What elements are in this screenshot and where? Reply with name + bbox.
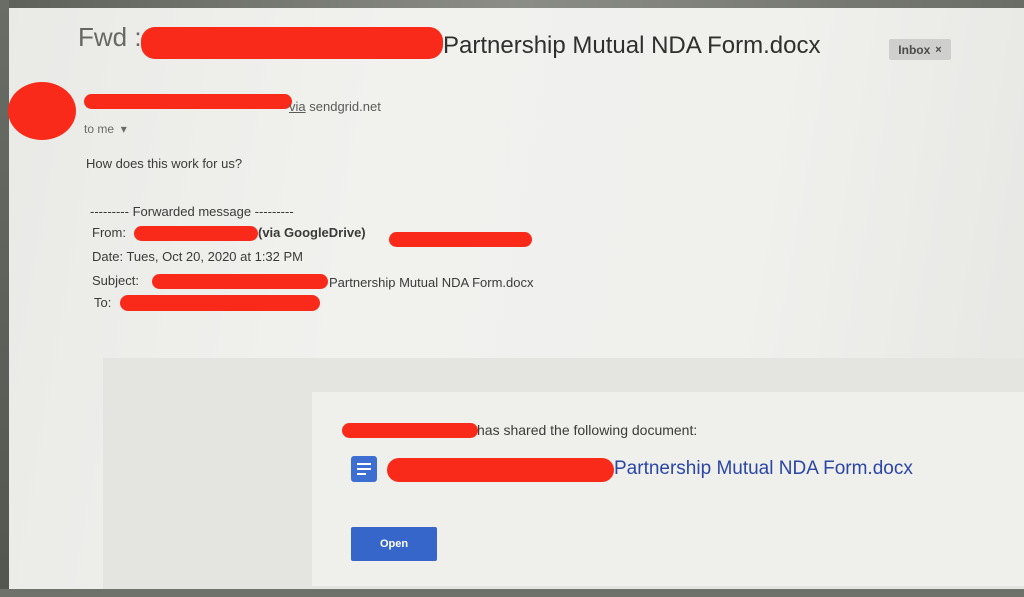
- remove-label-icon[interactable]: ×: [935, 44, 941, 56]
- subject-title: Partnership Mutual NDA Form.docx: [443, 32, 821, 59]
- sender-avatar[interactable]: [8, 82, 76, 140]
- sender-via-word: via: [289, 99, 306, 114]
- subject-prefix: Fwd :: [78, 22, 142, 52]
- redacted-sender-name: [84, 94, 292, 109]
- monitor-bezel-bottom: [0, 589, 1024, 597]
- google-docs-icon[interactable]: [351, 456, 377, 482]
- shared-document-link[interactable]: Partnership Mutual NDA Form.docx: [614, 458, 913, 480]
- inbox-label-chip[interactable]: Inbox ×: [889, 39, 951, 60]
- forwarded-date: Date: Tues, Oct 20, 2020 at 1:32 PM: [92, 249, 304, 264]
- forwarded-header: --------- Forwarded message ---------: [90, 204, 294, 219]
- forwarded-from-label: From:: [92, 225, 126, 240]
- forwarded-subject-label: Subject:: [92, 273, 139, 288]
- open-document-button[interactable]: Open: [351, 527, 437, 561]
- chevron-down-icon[interactable]: ▾: [121, 122, 127, 136]
- redacted-sharer-name: [342, 423, 478, 438]
- shared-document-text: has shared the following document:: [477, 422, 698, 438]
- inbox-label-text: Inbox: [898, 42, 931, 57]
- forwarded-to-label: To:: [94, 295, 112, 310]
- forwarded-subject-value: Partnership Mutual NDA Form.docx: [329, 275, 534, 290]
- message-body: How does this work for us?: [86, 156, 243, 171]
- recipient-dropdown[interactable]: to me ▾: [84, 122, 127, 136]
- monitor-bezel-top: [0, 0, 1024, 8]
- email-screen: Fwd : Partnership Mutual NDA Form.docx I…: [0, 0, 1024, 597]
- redacted-doc-name-part: [387, 458, 614, 482]
- forwarded-from-via: (via GoogleDrive): [258, 225, 366, 240]
- sender-via: via sendgrid.net: [289, 99, 381, 114]
- sender-via-domain: sendgrid.net: [309, 99, 381, 114]
- redacted-from-name: [134, 226, 258, 241]
- monitor-bezel-left: [0, 0, 9, 597]
- recipient-text: to me: [84, 122, 115, 136]
- redacted-from-email: [389, 232, 532, 247]
- redacted-to-address: [120, 295, 320, 311]
- redacted-forward-subject: [152, 274, 328, 289]
- redacted-subject-part: [141, 27, 443, 59]
